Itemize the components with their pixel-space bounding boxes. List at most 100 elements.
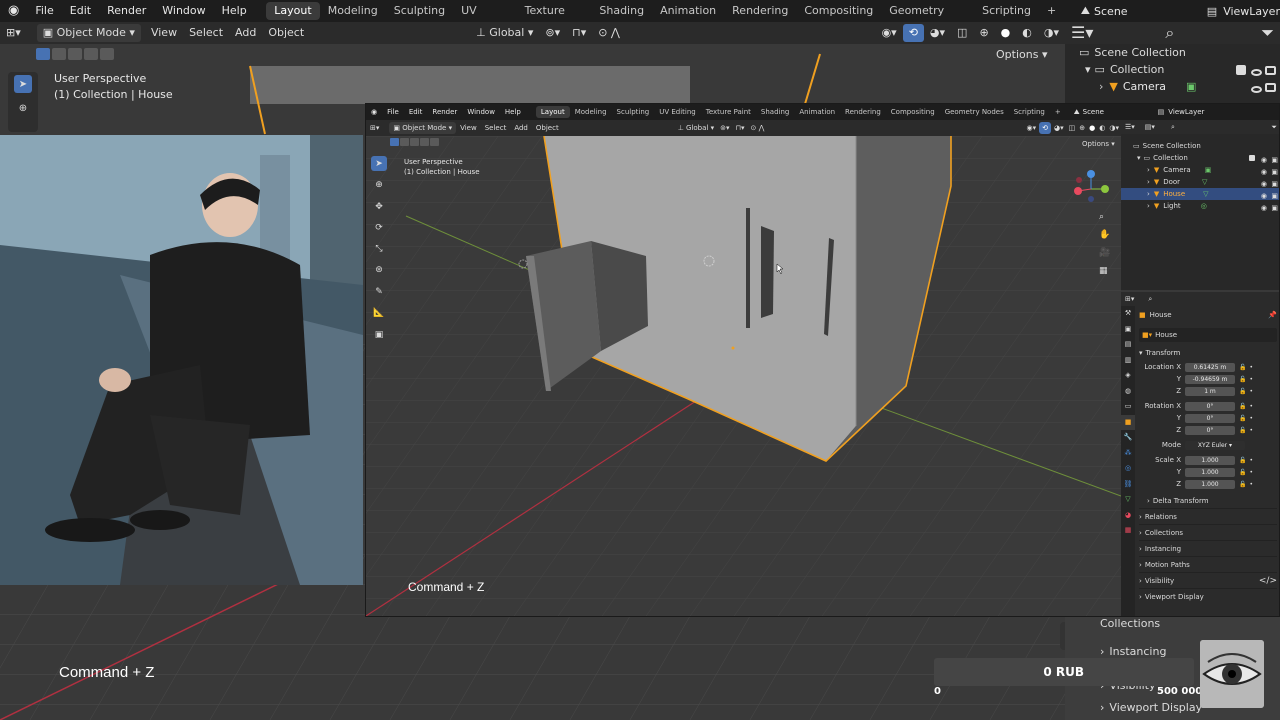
scale-x-field[interactable]: 1.000 [1185,455,1235,465]
scale-tool-icon[interactable]: ⤡ [371,241,387,256]
rotation-z-keyframe-icon[interactable]: • [1249,427,1253,434]
location-y-keyframe-icon[interactable]: • [1249,376,1253,383]
inner-outliner-filter-icon[interactable]: ⏷ [1271,123,1277,132]
collection-camera-icon[interactable] [1265,65,1276,78]
rotate-tool-icon[interactable]: ⟳ [371,220,387,235]
expand-arrow-icon[interactable]: › [1099,80,1103,93]
inner-row-camera[interactable]: › ▼ Camera ▣ ◉ ▣ [1121,164,1279,176]
tool-tab-icon[interactable]: ⚒ [1121,306,1135,322]
inner-select-mode-buttons[interactable] [390,138,439,146]
xray-icon[interactable]: ◫ [951,24,973,42]
view-layer-tab-icon[interactable]: ▥ [1121,353,1135,369]
add-workspace-icon[interactable]: + [1039,2,1064,20]
inner-tab-geometry-nodes[interactable]: Geometry Nodes [940,106,1009,118]
view-layer-name[interactable]: ViewLayer [1223,5,1280,18]
outliner-filter-icon[interactable]: ⏷ [1255,24,1280,42]
inner-select-mode-new-icon[interactable] [390,138,399,146]
select-mode-subtract-icon[interactable] [68,48,82,60]
blender-logo-icon[interactable]: ◉ [0,0,27,22]
zoom-icon[interactable]: ⌕ [1099,208,1110,226]
shading-wire-icon[interactable]: ⊕ [973,24,994,42]
editor-type-icon[interactable]: ⊞▾ [0,24,27,42]
gizmo-toggle-icon[interactable]: ⟲ [902,24,924,42]
menu-window[interactable]: Window [154,0,213,22]
tab-texture-paint[interactable]: Texture Paint [517,2,592,35]
tab-animation[interactable]: Animation [652,2,724,20]
tab-geometry-nodes[interactable]: Geometry Nodes [881,2,974,35]
tab-uv-editing[interactable]: UV Editing [453,2,517,35]
inner-shading-rendered-icon[interactable]: ◑▾ [1107,119,1121,137]
scale-z-field[interactable]: 1.000 [1185,479,1235,489]
select-box-tool-icon[interactable]: ➤ [14,75,32,93]
menu-object[interactable]: Object [262,24,310,42]
inner-tab-rendering[interactable]: Rendering [840,106,886,118]
visibility-panel[interactable]: › Visibility </> [1139,572,1277,588]
select-mode-buttons[interactable] [36,48,114,60]
inner-row-collection[interactable]: ▾ ▭ Collection ◉ ▣ [1121,152,1279,164]
scale-x-lock-icon[interactable]: 🔓 [1239,457,1246,464]
scale-y-keyframe-icon[interactable]: • [1249,469,1253,476]
inner-menu-window[interactable]: Window [462,104,500,120]
scale-y-lock-icon[interactable]: 🔓 [1239,469,1246,476]
inner-pivot-icon[interactable]: ⊚▾ [717,119,732,137]
annotate-tool-icon[interactable]: ✎ [371,284,387,299]
collection-checkbox-icon[interactable] [1236,65,1246,78]
shading-solid-icon[interactable]: ● [995,24,1017,42]
camera-eye-icon[interactable] [1251,83,1262,96]
tab-layout[interactable]: Layout [266,2,320,20]
shading-rendered-icon[interactable]: ◑▾ [1038,24,1065,42]
inner-props-search-icon[interactable]: ⌕ [1148,295,1152,304]
tab-scripting[interactable]: Scripting [974,2,1039,20]
outer-collections-panel[interactable]: Collections [1090,612,1280,634]
inner-tab-animation[interactable]: Animation [794,106,840,118]
particles-tab-icon[interactable]: ⁂ [1121,446,1135,462]
menu-view[interactable]: View [145,24,183,42]
inner-blender-logo-icon[interactable]: ◉ [366,104,382,120]
camera-view-icon[interactable]: 🎥 [1099,244,1110,262]
mode-selector[interactable]: ▣ Object Mode ▾ [36,24,141,42]
inner-select-box-tool-icon[interactable]: ➤ [371,156,387,171]
inner-props-editor-icon[interactable]: ⊞▾ [1125,295,1134,303]
transform-tool-icon[interactable]: ⊛ [371,262,387,277]
inner-scene-name[interactable]: Scene [1083,108,1158,116]
rotation-y-field[interactable]: 0° [1185,413,1235,423]
inner-outliner-editor-icon[interactable]: ☰▾ [1125,123,1135,131]
object-tab-icon[interactable]: ■ [1121,414,1135,430]
inner-options-button[interactable]: Options ▾ [1082,140,1115,148]
orientation-selector[interactable]: ⊥ Global ▾ [470,24,539,42]
tab-modeling[interactable]: Modeling [320,2,386,20]
inner-tab-texture-paint[interactable]: Texture Paint [701,106,756,118]
inner-select-mode-invert-icon[interactable] [420,138,429,146]
pin-icon[interactable]: 📌 [1268,311,1277,319]
object-data-field[interactable]: ■▾ House [1139,328,1277,342]
inner-tab-compositing[interactable]: Compositing [886,106,940,118]
inner-add-workspace-icon[interactable]: + [1050,106,1066,118]
tab-sculpting[interactable]: Sculpting [386,2,453,20]
outliner-editor-icon[interactable]: ☰▾ [1065,24,1099,42]
inner-visibility-icon[interactable]: ◉▾ [1024,119,1040,137]
outer-options-button[interactable]: Options ▾ [996,48,1047,61]
inner-tab-scripting[interactable]: Scripting [1009,106,1050,118]
outer-record-icon[interactable] [1060,622,1065,650]
inner-snap-icon[interactable]: ⊓▾ [733,119,748,137]
location-z-lock-icon[interactable]: 🔓 [1239,388,1246,395]
menu-select[interactable]: Select [183,24,229,42]
inner-select-mode-extend-icon[interactable] [400,138,409,146]
pivot-icon[interactable]: ⊚▾ [539,24,566,42]
select-mode-extend-icon[interactable] [52,48,66,60]
inner-menu-object[interactable]: Object [532,119,563,137]
location-z-keyframe-icon[interactable]: • [1249,388,1253,395]
location-x-lock-icon[interactable]: 🔓 [1239,364,1246,371]
scene-name[interactable]: Scene [1094,5,1177,18]
rotation-z-lock-icon[interactable]: 🔓 [1239,427,1246,434]
camera-render-icon[interactable] [1265,82,1276,95]
rotation-x-keyframe-icon[interactable]: • [1249,403,1253,410]
material-tab-icon[interactable]: ◕ [1121,508,1135,524]
motion-paths-panel[interactable]: › Motion Paths [1139,556,1277,572]
scale-x-keyframe-icon[interactable]: • [1249,457,1253,464]
inner-row-scene-collection[interactable]: ▭ Scene Collection [1121,140,1279,152]
location-y-lock-icon[interactable]: 🔓 [1239,376,1246,383]
inner-xray-icon[interactable]: ◫ [1067,119,1078,137]
inner-shading-solid-icon[interactable]: ● [1087,119,1097,137]
rotation-z-field[interactable]: 0° [1185,425,1235,435]
